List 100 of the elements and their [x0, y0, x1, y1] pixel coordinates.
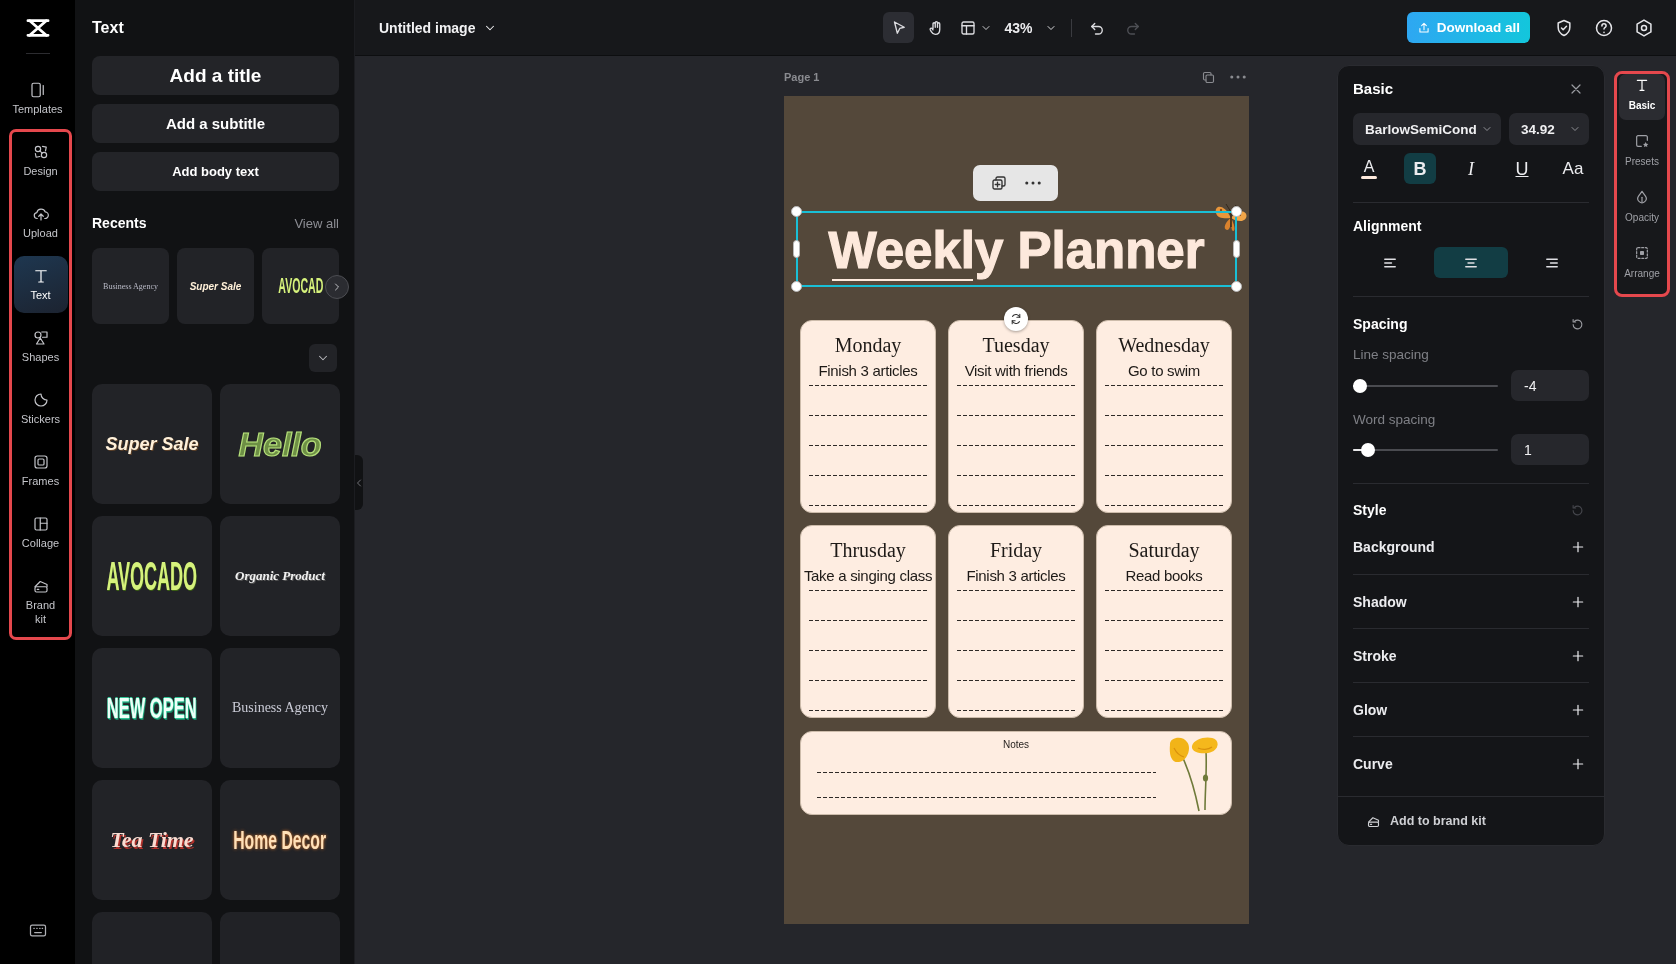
- chevron-left-icon: [356, 477, 362, 488]
- shield-check-icon[interactable]: [1554, 17, 1574, 38]
- task-text: Visit with friends: [963, 362, 1069, 380]
- text-style-thumbnail[interactable]: Super Sale: [177, 248, 254, 324]
- day-name: Monday: [833, 333, 903, 357]
- resize-handle[interactable]: [1231, 281, 1242, 292]
- add-text-button[interactable]: Add a title: [92, 56, 339, 95]
- resize-handle[interactable]: [791, 281, 802, 292]
- text-style-thumbnail[interactable]: Business Agency: [92, 248, 169, 324]
- nav-item[interactable]: Text: [13, 256, 68, 313]
- day-name: Saturday: [1127, 538, 1201, 562]
- side-tab[interactable]: Presets: [1619, 130, 1665, 176]
- settings-icon[interactable]: [1634, 17, 1654, 38]
- section-title: Recents: [92, 215, 147, 231]
- select-tool-button[interactable]: [883, 12, 915, 43]
- style-option[interactable]: Curve: [1353, 736, 1589, 790]
- nav-item[interactable]: Upload: [13, 194, 68, 251]
- nav-item[interactable]: Brand kit: [13, 566, 68, 637]
- day-name: Thrusday: [829, 538, 907, 562]
- align-button[interactable]: [1434, 247, 1508, 278]
- page-label: Page 1: [784, 71, 820, 83]
- nav-item[interactable]: Stickers: [13, 380, 68, 437]
- add-text-button[interactable]: Add a subtitle: [92, 104, 339, 143]
- add-to-brand-kit-button[interactable]: Add to brand kit: [1366, 813, 1486, 829]
- text-style-card[interactable]: NEW OPEN: [92, 648, 212, 768]
- text-style-card[interactable]: Super Sale: [92, 384, 212, 504]
- resize-handle[interactable]: [1233, 240, 1240, 258]
- text-style-card[interactable]: Tea Time: [92, 780, 212, 900]
- section-title: Alignment: [1353, 217, 1423, 236]
- day-name: Wednesday: [1117, 333, 1211, 357]
- reset-icon[interactable]: [1570, 316, 1585, 332]
- text-style-card[interactable]: Business Agency: [220, 648, 340, 768]
- italic-button[interactable]: I: [1455, 153, 1487, 184]
- slider-label: Line spacing: [1353, 346, 1430, 364]
- collapse-handle[interactable]: [355, 455, 363, 510]
- section-title: Style: [1353, 501, 1387, 520]
- grid-icon: [31, 515, 50, 533]
- text-style-card[interactable]: Organic Product: [220, 516, 340, 636]
- text-style-card[interactable]: AVOCADO: [92, 516, 212, 636]
- font-dropdown[interactable]: BarlowSemiCond: [1353, 113, 1501, 145]
- shapes-icon: [31, 329, 50, 347]
- style-option[interactable]: Background: [1353, 520, 1589, 574]
- task-text: Read books: [1124, 567, 1204, 585]
- nav-item[interactable]: Templates: [10, 70, 65, 127]
- help-icon[interactable]: [1594, 17, 1614, 38]
- resize-handle[interactable]: [793, 240, 800, 258]
- sticker-icon: [31, 391, 50, 409]
- text-style-thumbnail[interactable]: AVOCAD: [262, 248, 339, 324]
- notes-label: Notes: [1001, 738, 1031, 752]
- side-tab[interactable]: Arrange: [1619, 242, 1665, 288]
- view-all-link[interactable]: View all: [294, 215, 339, 231]
- nav-item[interactable]: Frames: [13, 442, 68, 499]
- section-title: Spacing: [1353, 315, 1408, 334]
- nav-item[interactable]: Design: [13, 132, 68, 189]
- layout-icon: [959, 18, 978, 37]
- day-name: Friday: [988, 538, 1044, 562]
- text-color-button[interactable]: A: [1353, 153, 1385, 184]
- star-frame-icon: [1634, 133, 1650, 149]
- document-title-button[interactable]: Untitled image: [379, 19, 498, 36]
- side-tab[interactable]: Basic: [1619, 74, 1665, 120]
- zoom-button[interactable]: 43%: [1000, 12, 1061, 43]
- duplicate-icon[interactable]: [989, 174, 1008, 192]
- copy-icon[interactable]: [1201, 69, 1216, 85]
- text-style-card[interactable]: Home Decor: [220, 780, 340, 900]
- nav-item[interactable]: Collage: [13, 504, 68, 561]
- next-button[interactable]: [325, 275, 349, 299]
- underline-button[interactable]: U: [1506, 153, 1538, 184]
- task-text: Finish 3 articles: [817, 362, 919, 380]
- side-tab[interactable]: Opacity: [1619, 186, 1665, 232]
- slider-track[interactable]: [1353, 378, 1498, 393]
- slider-thumb[interactable]: [1360, 442, 1375, 457]
- card-panel-icon: [28, 81, 47, 99]
- value-field[interactable]: -4: [1511, 370, 1589, 401]
- task-text: Finish 3 articles: [965, 567, 1067, 585]
- style-option[interactable]: Stroke: [1353, 628, 1589, 682]
- task-text: Take a singing class: [802, 567, 934, 585]
- style-option[interactable]: Glow: [1353, 682, 1589, 736]
- resize-handle[interactable]: [791, 206, 802, 217]
- slider-label: Word spacing: [1353, 411, 1437, 429]
- add-text-button[interactable]: Add body text: [92, 152, 339, 191]
- task-text: Go to swim: [1127, 362, 1201, 380]
- nav-item[interactable]: Shapes: [13, 318, 68, 375]
- frame-icon: [31, 453, 50, 471]
- slider-track[interactable]: [1353, 442, 1498, 457]
- upload-arrow-icon: [1416, 20, 1431, 35]
- rotate-handle[interactable]: [1004, 307, 1028, 331]
- dashed-square-icon: [1634, 245, 1650, 261]
- letter-t-icon: [1634, 77, 1650, 93]
- value-field[interactable]: 1: [1511, 434, 1589, 465]
- font-size-dropdown[interactable]: 34.92: [1509, 113, 1589, 145]
- logo-icon[interactable]: [24, 17, 51, 39]
- rotate-icon: [1009, 312, 1023, 326]
- bold-button[interactable]: B: [1404, 153, 1436, 184]
- resize-handle[interactable]: [1231, 206, 1242, 217]
- text-style-card[interactable]: Hello: [220, 384, 340, 504]
- style-option[interactable]: Shadow: [1353, 574, 1589, 628]
- panel-title: Text: [92, 18, 125, 38]
- text-case-button[interactable]: Aa: [1557, 153, 1589, 184]
- slider-thumb[interactable]: [1353, 378, 1368, 393]
- drop-icon: [1634, 189, 1650, 205]
